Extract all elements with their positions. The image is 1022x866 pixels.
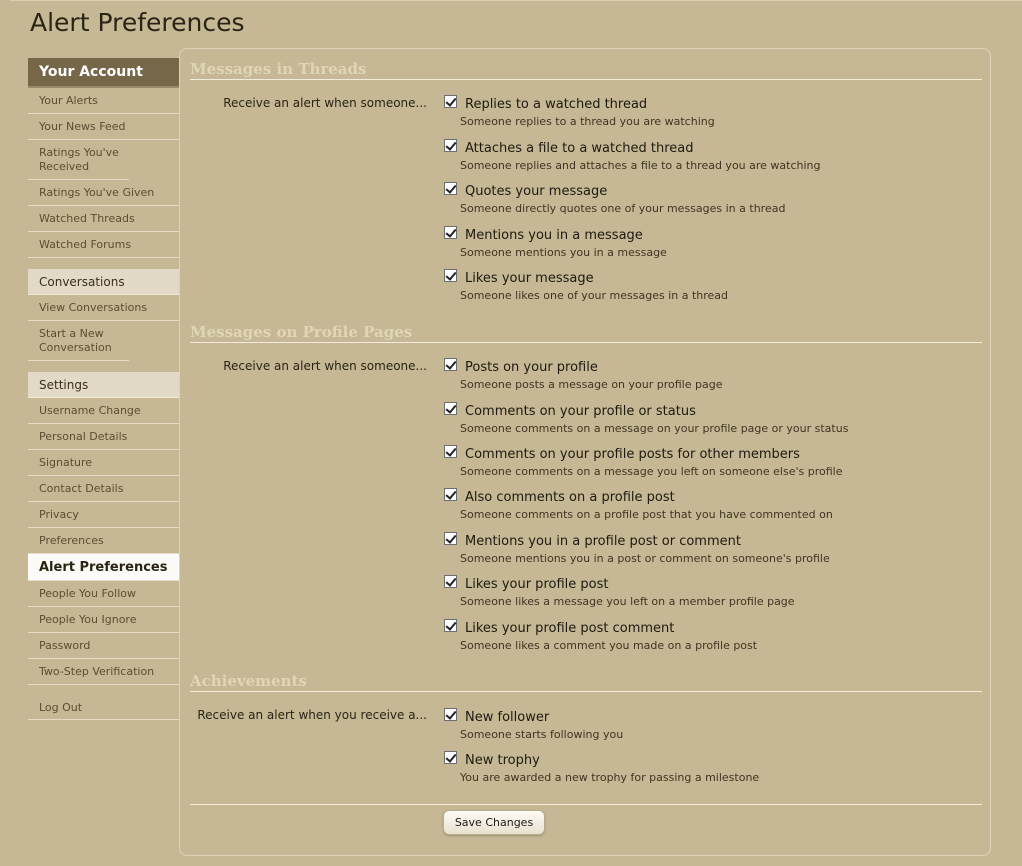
sidebar-item-personal-details[interactable]: Personal Details <box>28 424 179 450</box>
checkbox-posts-on-profile[interactable] <box>444 358 457 371</box>
checkbox-likes-profile-comment[interactable] <box>444 619 457 632</box>
option-title[interactable]: New trophy <box>465 753 540 768</box>
save-changes-button[interactable]: Save Changes <box>443 810 545 835</box>
sidebar-item-start-conversation[interactable]: Start a New Conversation <box>28 321 129 361</box>
sidebar-item-password[interactable]: Password <box>28 633 179 659</box>
option-title[interactable]: Quotes your message <box>465 184 607 199</box>
option-title[interactable]: Likes your profile post <box>465 577 608 592</box>
sidebar-item-your-alerts[interactable]: Your Alerts <box>28 88 179 114</box>
option-title[interactable]: New follower <box>465 710 549 725</box>
sidebar-item-conversations[interactable]: Conversations <box>28 269 179 295</box>
section-divider <box>190 691 982 692</box>
sidebar-item-watched-forums[interactable]: Watched Forums <box>28 232 179 258</box>
checkbox-replies-watched-thread[interactable] <box>444 95 457 108</box>
option-description: Someone comments on a message you left o… <box>460 465 843 478</box>
option-title[interactable]: Attaches a file to a watched thread <box>465 141 694 156</box>
sidebar-item-signature[interactable]: Signature <box>28 450 179 476</box>
top-divider <box>10 0 1022 1</box>
checkbox-mentions-profile-post[interactable] <box>444 532 457 545</box>
sidebar-item-contact-details[interactable]: Contact Details <box>28 476 179 502</box>
option-title[interactable]: Replies to a watched thread <box>465 97 647 112</box>
option-description: Someone likes a comment you made on a pr… <box>460 639 758 652</box>
option-description: Someone replies and attaches a file to a… <box>460 159 821 172</box>
sidebar-item-settings[interactable]: Settings <box>28 372 179 398</box>
page-title: Alert Preferences <box>30 8 245 37</box>
option-title[interactable]: Posts on your profile <box>465 360 598 375</box>
sidebar-item-preferences[interactable]: Preferences <box>28 528 179 554</box>
option-title[interactable]: Likes your profile post comment <box>465 621 674 636</box>
sidebar-item-username-change[interactable]: Username Change <box>28 398 179 424</box>
sidebar-item-news-feed[interactable]: Your News Feed <box>28 114 179 140</box>
sidebar-item-people-you-ignore[interactable]: People You Ignore <box>28 607 179 633</box>
option-title[interactable]: Comments on your profile posts for other… <box>465 447 800 462</box>
option-description: You are awarded a new trophy for passing… <box>460 771 760 784</box>
threads-row-label: Receive an alert when someone... <box>223 96 427 110</box>
profile-row-label: Receive an alert when someone... <box>223 359 427 373</box>
option-description: Someone likes a message you left on a me… <box>460 595 795 608</box>
option-description: Someone starts following you <box>460 728 624 741</box>
checkbox-quotes-message[interactable] <box>444 182 457 195</box>
checkbox-likes-message[interactable] <box>444 269 457 282</box>
option-title[interactable]: Also comments on a profile post <box>465 490 675 505</box>
achievements-row-label: Receive an alert when you receive a... <box>197 708 427 722</box>
checkbox-comments-other-members[interactable] <box>444 445 457 458</box>
option-description: Someone comments on a message on your pr… <box>460 422 849 435</box>
sidebar-item-ratings-given[interactable]: Ratings You've Given <box>28 180 179 206</box>
sidebar-item-people-you-follow[interactable]: People You Follow <box>28 581 179 607</box>
section-title-profile-pages: Messages on Profile Pages <box>190 323 413 341</box>
alert-preferences-form: Messages in Threads Receive an alert whe… <box>179 48 991 856</box>
sidebar-item-ratings-received[interactable]: Ratings You've Received <box>28 140 129 180</box>
option-title[interactable]: Comments on your profile or status <box>465 404 696 419</box>
section-title-achievements: Achievements <box>190 672 307 690</box>
checkbox-also-comments[interactable] <box>444 488 457 501</box>
option-title[interactable]: Mentions you in a profile post or commen… <box>465 534 741 549</box>
option-title[interactable]: Mentions you in a message <box>465 228 643 243</box>
checkbox-comments-profile-status[interactable] <box>444 402 457 415</box>
sidebar-header: Your Account <box>28 58 179 88</box>
checkbox-mentions-message[interactable] <box>444 226 457 239</box>
checkbox-new-trophy[interactable] <box>444 751 457 764</box>
checkbox-likes-profile-post[interactable] <box>444 575 457 588</box>
section-divider <box>190 342 982 343</box>
option-description: Someone likes one of your messages in a … <box>460 289 729 302</box>
form-footer-divider <box>190 804 982 805</box>
option-description: Someone replies to a thread you are watc… <box>460 115 715 128</box>
section-divider <box>190 79 982 80</box>
sidebar-item-privacy[interactable]: Privacy <box>28 502 179 528</box>
option-description: Someone posts a message on your profile … <box>460 378 723 391</box>
sidebar-item-watched-threads[interactable]: Watched Threads <box>28 206 179 232</box>
option-title[interactable]: Likes your message <box>465 271 594 286</box>
sidebar-item-log-out[interactable]: Log Out <box>28 695 179 720</box>
option-description: Someone mentions you in a message <box>460 246 667 259</box>
sidebar-item-two-step-verification[interactable]: Two-Step Verification <box>28 659 179 685</box>
option-description: Someone directly quotes one of your mess… <box>460 202 786 215</box>
checkbox-attaches-file[interactable] <box>444 139 457 152</box>
section-title-threads: Messages in Threads <box>190 60 367 78</box>
option-description: Someone mentions you in a post or commen… <box>460 552 830 565</box>
checkbox-new-follower[interactable] <box>444 708 457 721</box>
sidebar-item-alert-preferences[interactable]: Alert Preferences <box>28 554 179 581</box>
account-sidebar: Your Account Your Alerts Your News Feed … <box>28 58 179 720</box>
option-description: Someone comments on a profile post that … <box>460 508 833 521</box>
sidebar-item-view-conversations[interactable]: View Conversations <box>28 295 179 321</box>
